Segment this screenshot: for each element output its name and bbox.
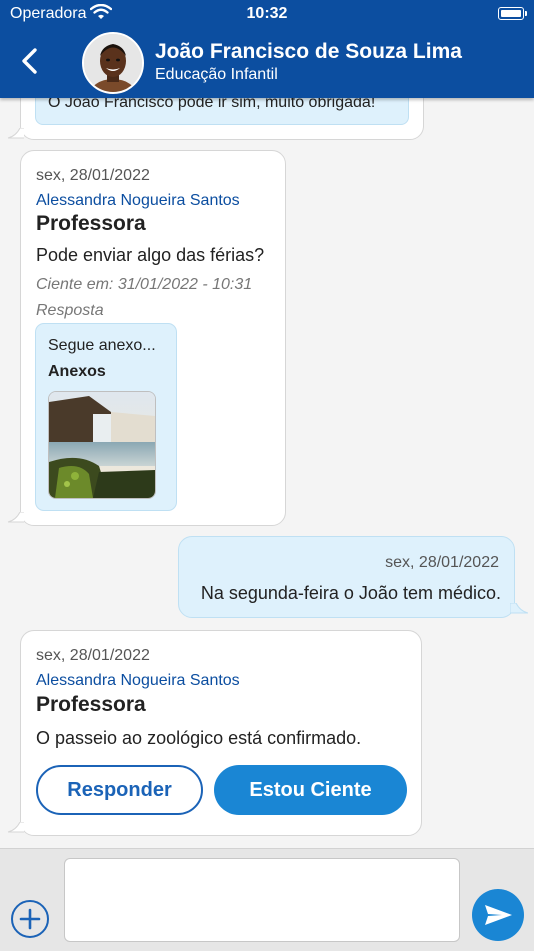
reply-text: Segue anexo... xyxy=(48,337,156,354)
reply-button[interactable]: Responder xyxy=(36,765,203,815)
attachment-thumbnail[interactable] xyxy=(48,391,156,499)
sender-name: Alessandra Nogueira Santos xyxy=(36,672,240,689)
clock: 10:32 xyxy=(246,5,288,22)
message-bubble-incoming: sex, 28/01/2022 Alessandra Nogueira Sant… xyxy=(20,630,422,836)
battery-icon xyxy=(498,7,527,20)
add-attachment-button[interactable] xyxy=(11,900,49,938)
student-class: Educação Infantil xyxy=(155,66,278,83)
reply-label: Resposta xyxy=(36,302,104,319)
message-date: sex, 28/01/2022 xyxy=(36,167,150,184)
bubble-tail xyxy=(7,822,24,833)
sender-role: Professora xyxy=(36,212,146,235)
send-icon xyxy=(485,905,512,925)
message-date: sex, 28/01/2022 xyxy=(36,647,150,664)
message-text: O passeio ao zoológico está confirmado. xyxy=(36,728,362,748)
bubble-tail xyxy=(7,128,24,139)
bubble-tail xyxy=(7,512,24,523)
message-text: Na segunda-feira o João tem médico. xyxy=(200,583,501,603)
status-bar: Operadora 10:32 xyxy=(0,0,534,28)
student-photo xyxy=(84,34,142,92)
waterfall-image xyxy=(49,392,155,498)
acknowledge-button[interactable]: Estou Ciente xyxy=(214,765,407,815)
student-name: João Francisco de Souza Lima xyxy=(155,40,462,63)
attachments-label: Anexos xyxy=(48,363,106,380)
send-button[interactable] xyxy=(472,889,524,941)
message-bubble-outgoing: sex, 28/01/2022 Na segunda-feira o João … xyxy=(178,536,515,618)
plus-icon xyxy=(19,908,41,930)
message-date: sex, 28/01/2022 xyxy=(385,554,499,571)
bubble-tail xyxy=(510,603,528,614)
message-composer xyxy=(0,848,534,951)
ack-timestamp: Ciente em: 31/01/2022 - 10:31 xyxy=(36,276,253,293)
message-bubble-incoming: sex, 28/01/2022 Alessandra Nogueira Sant… xyxy=(20,150,286,526)
sender-name: Alessandra Nogueira Santos xyxy=(36,192,240,209)
message-text: Pode enviar algo das férias? xyxy=(36,245,265,265)
back-button[interactable] xyxy=(16,44,44,80)
sender-role: Professora xyxy=(36,693,146,716)
avatar[interactable] xyxy=(82,32,144,94)
message-input[interactable] xyxy=(64,858,460,942)
chevron-left-icon xyxy=(22,48,37,74)
app-header: Operadora 10:32 João Francisco de Souza … xyxy=(0,0,534,98)
reply-bubble: Segue anexo... Anexos xyxy=(35,323,177,511)
